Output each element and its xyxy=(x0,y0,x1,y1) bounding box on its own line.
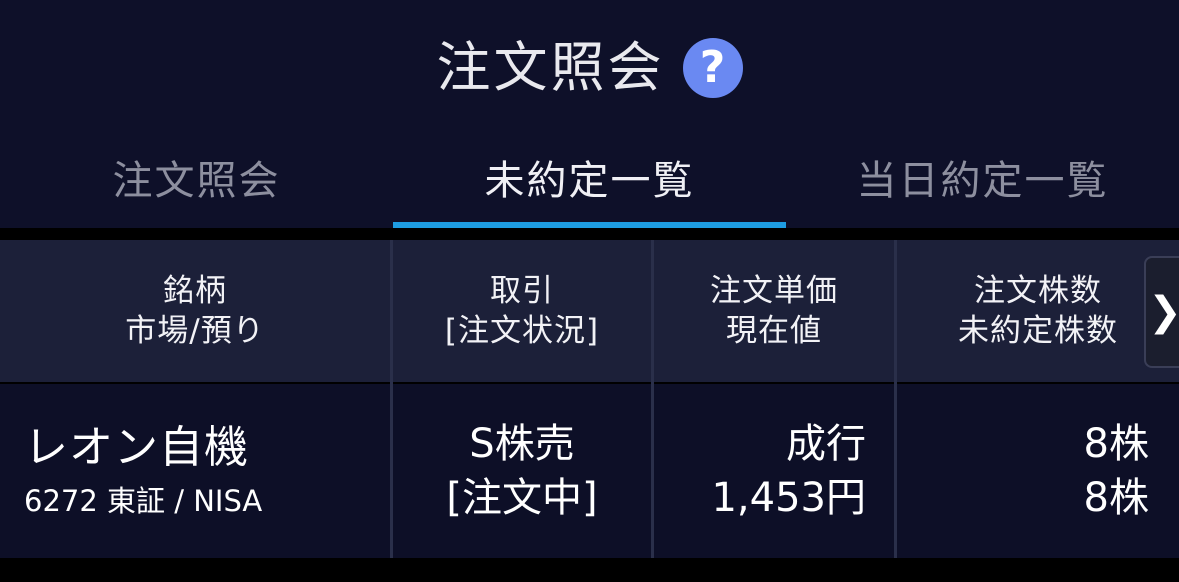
cell-price: 成行 1,453円 xyxy=(654,384,894,558)
order-inquiry-screen: 注文照会 ? 注文照会 未約定一覧 当日約定一覧 銘柄 市場/預り 取引 [注文… xyxy=(0,0,1179,582)
tab-unfilled-list[interactable]: 未約定一覧 xyxy=(393,156,786,206)
column-header-trade: 取引 [注文状況] xyxy=(393,240,651,382)
tab-order-inquiry[interactable]: 注文照会 xyxy=(0,156,393,206)
tab-today-filled-list[interactable]: 当日約定一覧 xyxy=(786,156,1179,206)
active-tab-indicator xyxy=(393,222,786,228)
current-price: 1,453円 xyxy=(711,475,866,521)
column-header-line1: 注文株数 xyxy=(974,273,1102,309)
orders-table: 銘柄 市場/預り 取引 [注文状況] 注文単価 現在値 注文株数 未約定株数 ❯… xyxy=(0,240,1179,558)
column-header-price: 注文単価 現在値 xyxy=(654,240,894,382)
column-header-line1: 銘柄 xyxy=(163,273,227,309)
column-header-line1: 取引 xyxy=(490,273,554,309)
column-divider xyxy=(894,240,897,558)
column-header-line2: 未約定株数 xyxy=(958,313,1118,349)
column-divider xyxy=(651,240,654,558)
column-divider xyxy=(390,240,393,558)
stock-name: レオン自機 xyxy=(24,422,249,473)
title-row: 注文照会 ? xyxy=(0,30,1179,106)
header: 注文照会 ? 注文照会 未約定一覧 当日約定一覧 xyxy=(0,0,1179,228)
column-header-line2: 市場/預り xyxy=(125,313,265,349)
column-header-line2: 現在値 xyxy=(726,313,822,349)
scroll-right-button[interactable]: ❯ xyxy=(1144,256,1179,368)
stock-market-account: 6272 東証 / NISA xyxy=(24,484,263,518)
cell-stock: レオン自機 6272 東証 / NISA xyxy=(0,384,390,558)
cell-trade: S株売 [注文中] xyxy=(393,384,651,558)
table-row[interactable]: レオン自機 6272 東証 / NISA S株売 [注文中] 成行 1,453円… xyxy=(0,384,1179,558)
unfilled-quantity: 8株 xyxy=(1083,475,1149,521)
table-header-row: 銘柄 市場/預り 取引 [注文状況] 注文単価 現在値 注文株数 未約定株数 ❯ xyxy=(0,240,1179,382)
column-header-line1: 注文単価 xyxy=(710,273,838,309)
order-quantity: 8株 xyxy=(1083,421,1149,467)
trade-type: S株売 xyxy=(469,421,575,467)
column-header-quantity: 注文株数 未約定株数 xyxy=(897,240,1179,382)
order-price: 成行 xyxy=(786,421,866,467)
cell-quantity: 8株 8株 xyxy=(897,384,1179,558)
column-header-stock: 銘柄 市場/預り xyxy=(0,240,390,382)
order-status: [注文中] xyxy=(446,475,598,521)
page-title: 注文照会 xyxy=(436,36,665,99)
column-header-line2: [注文状況] xyxy=(444,313,600,349)
help-icon[interactable]: ? xyxy=(682,38,743,98)
